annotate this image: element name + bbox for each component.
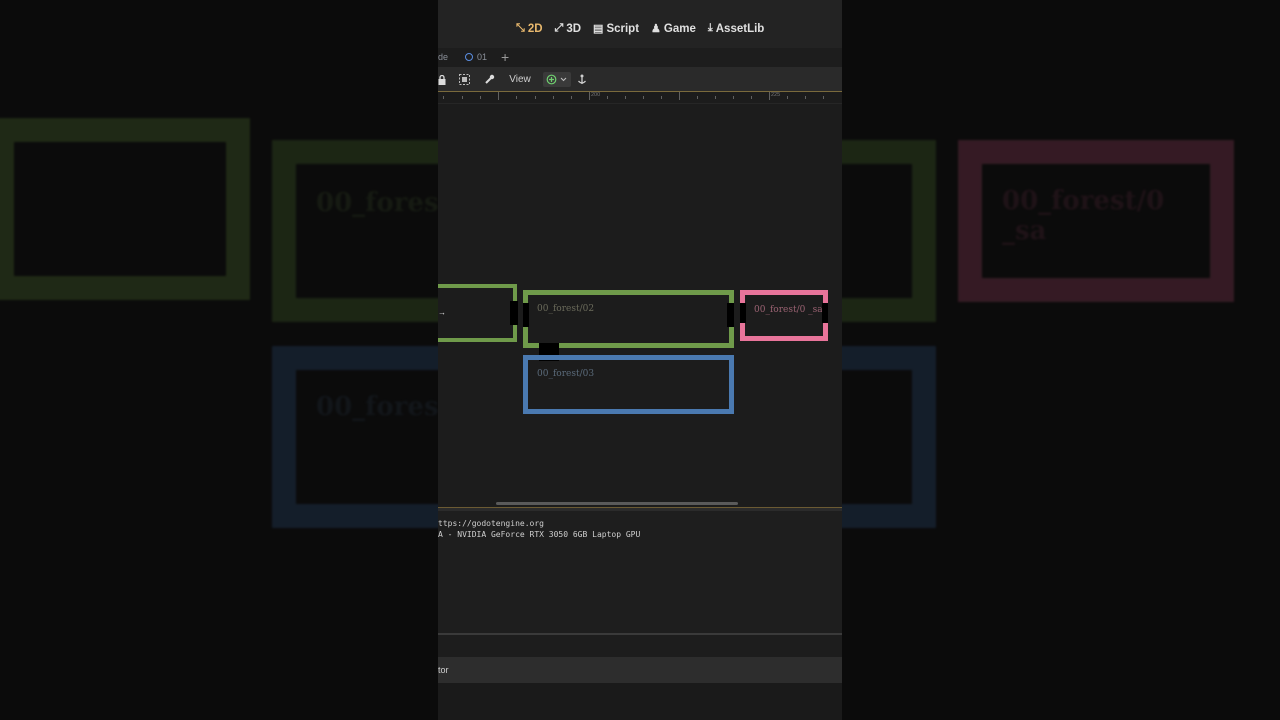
tab-current-label: 01 [477, 52, 488, 62]
nav-assetlib-button[interactable]: ⤓ AssetLib [708, 22, 764, 35]
room-forest-0-sa-label: 00_forest/0 _sa [754, 305, 823, 315]
anchor-icon[interactable] [576, 72, 588, 87]
nav-assetlib-label: AssetLib [715, 22, 765, 35]
ruler-label-200: 200 [591, 92, 601, 98]
godot-editor: ⤡ 2D ⤢ 3D ▤ Script ♟ Game ⤓ AssetLib de [438, 0, 842, 720]
output-filter-bar [438, 635, 842, 657]
door-pink-right [822, 303, 828, 323]
room-forest-03-label: 00_forest/03 [537, 369, 595, 379]
tab-previous-scene[interactable]: de [438, 52, 448, 62]
2d-icon: ⤡ [516, 22, 525, 34]
room-forest-0-sa[interactable]: 00_forest/0 _sa [740, 290, 828, 341]
nav-script-button[interactable]: ▤ Script [593, 22, 640, 36]
assetlib-icon: ⤓ [707, 22, 713, 34]
horizontal-scrollbar[interactable] [496, 502, 738, 505]
3d-icon: ⤢ [554, 22, 564, 34]
bottom-tab-editor[interactable]: tor [438, 665, 449, 675]
nav-script-label: Script [606, 22, 640, 35]
nav-3d-label: 3D [566, 22, 582, 35]
room-left[interactable] [438, 284, 517, 342]
door-pink-left [740, 303, 746, 323]
output-line-1: ttps://godotengine.org [438, 519, 544, 528]
cursor-arrow-icon: → [438, 308, 446, 317]
room-forest-03[interactable]: 00_forest/03 [523, 355, 734, 414]
game-icon: ♟ [651, 23, 661, 35]
scene-tabs: de 01 + [438, 48, 842, 67]
canvas-toolbar: View [438, 67, 842, 92]
group-icon[interactable] [458, 72, 470, 87]
main-screen-bar: ⤡ 2D ⤢ 3D ▤ Script ♟ Game ⤓ AssetLib [438, 0, 842, 48]
nav-game-button[interactable]: ♟ Game [651, 22, 696, 36]
lock-icon[interactable] [438, 72, 446, 87]
room-forest-02-label: 00_forest/02 [537, 304, 595, 314]
snap-toggle[interactable] [543, 72, 571, 87]
view-menu[interactable]: View [505, 72, 535, 87]
script-icon: ▤ [593, 23, 604, 35]
nav-2d-label: 2D [527, 22, 543, 35]
door-02-right [727, 303, 734, 327]
door-left-right [510, 301, 518, 325]
nav-3d-button[interactable]: ⤢ 3D [555, 22, 582, 35]
nav-game-label: Game [663, 22, 696, 35]
output-line-2: A - NVIDIA GeForce RTX 3050 6GB Laptop G… [438, 530, 641, 539]
tab-current-scene[interactable]: 01 [465, 52, 487, 62]
room-forest-02[interactable]: 00_forest/02 [523, 290, 734, 348]
bottom-status-area [438, 683, 842, 720]
canvas-viewport[interactable]: → 00_forest/02 00_forest/0 _sa 00_forest… [438, 104, 842, 506]
horizontal-ruler: 200 225 [438, 92, 842, 104]
ruler-label-225: 225 [771, 92, 781, 98]
door-02-left [523, 303, 529, 327]
scene-dot-icon [465, 53, 473, 61]
nav-2d-button[interactable]: ⤡ 2D [516, 22, 543, 35]
add-tab-button[interactable]: + [501, 49, 509, 65]
main-screen-nav: ⤡ 2D ⤢ 3D ▤ Script ♟ Game ⤓ AssetLib [516, 22, 764, 35]
bottom-panel-tabs: tor [438, 657, 842, 683]
wrench-icon[interactable] [483, 72, 495, 87]
view-menu-label: View [509, 74, 531, 85]
output-log: ttps://godotengine.org A - NVIDIA GeForc… [438, 511, 842, 633]
